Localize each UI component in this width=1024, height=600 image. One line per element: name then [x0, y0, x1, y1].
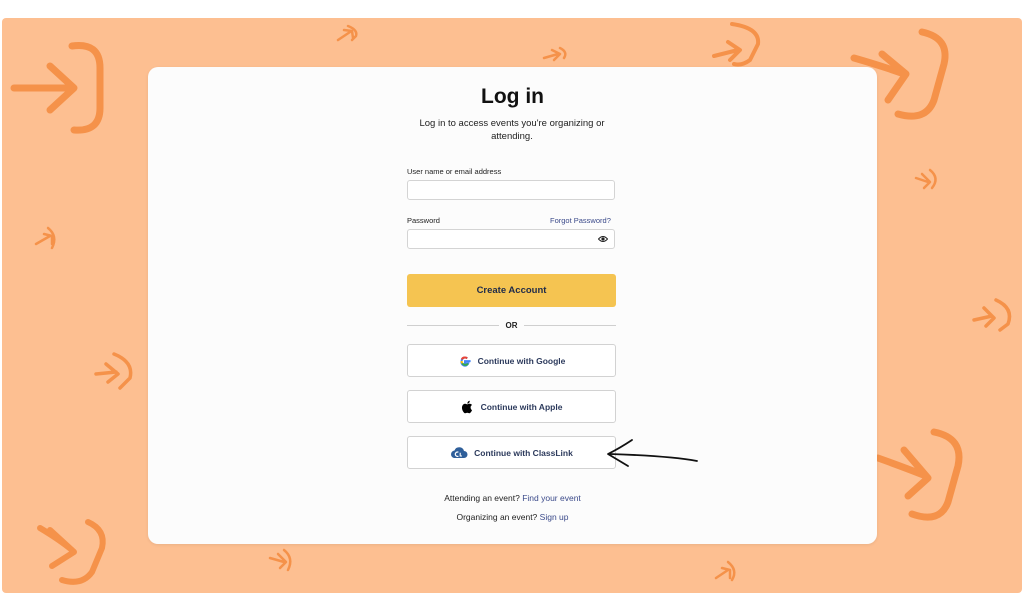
- username-label: User name or email address: [407, 167, 502, 176]
- continue-with-classlink-button[interactable]: Continue with ClassLink: [407, 436, 616, 469]
- google-icon: [459, 355, 471, 367]
- apple-button-label: Continue with Apple: [480, 401, 563, 412]
- page-subtitle: Log in to access events you're organizin…: [419, 118, 605, 142]
- create-account-button[interactable]: Create Account: [407, 274, 616, 307]
- username-input[interactable]: [407, 180, 615, 200]
- continue-with-apple-button[interactable]: Continue with Apple: [407, 390, 616, 423]
- google-button-label: Continue with Google: [477, 355, 566, 366]
- attending-event-line: Attending an event? Find your event: [148, 493, 877, 503]
- forgot-password-link[interactable]: Forgot Password?: [550, 216, 611, 225]
- password-label: Password: [407, 216, 440, 225]
- attending-text: Attending an event?: [444, 493, 520, 503]
- page-title: Log in: [481, 85, 544, 108]
- classlink-icon: [451, 446, 468, 458]
- divider-line-right: [524, 325, 616, 326]
- eye-icon[interactable]: [598, 235, 608, 243]
- classlink-button-label: Continue with ClassLink: [474, 447, 573, 458]
- find-your-event-link[interactable]: Find your event: [522, 493, 581, 503]
- login-card: Log in Log in to access events you're or…: [148, 67, 877, 544]
- apple-icon: [461, 400, 472, 413]
- continue-with-google-button[interactable]: Continue with Google: [407, 344, 616, 377]
- organizing-event-line: Organizing an event? Sign up: [148, 512, 877, 522]
- hand-drawn-arrow-icon: [607, 439, 698, 467]
- password-input[interactable]: [407, 229, 615, 249]
- organizing-text: Organizing an event?: [456, 512, 538, 522]
- sign-up-link[interactable]: Sign up: [540, 512, 569, 522]
- or-divider: OR: [407, 321, 616, 331]
